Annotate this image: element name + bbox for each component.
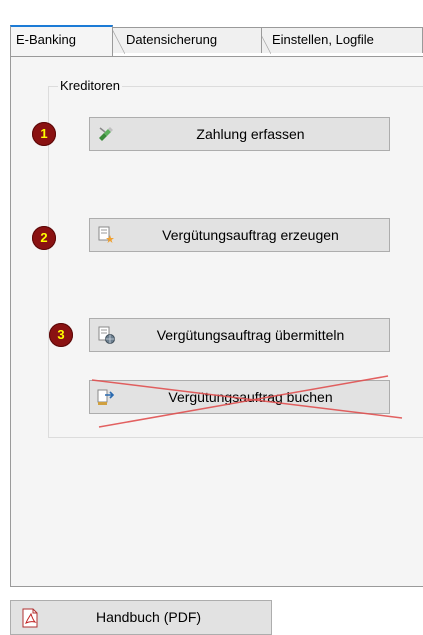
panel-divider <box>10 586 423 587</box>
hand-pen-icon <box>99 127 113 141</box>
button-label: Vergütungsauftrag buchen <box>168 389 333 405</box>
verguetungsauftrag-buchen-button[interactable]: Vergütungsauftrag buchen <box>89 380 390 414</box>
verguetungsauftrag-erzeugen-button[interactable]: Vergütungsauftrag erzeugen <box>89 218 390 252</box>
step-badge-1: 1 <box>32 122 56 146</box>
tab-label: E-Banking <box>16 32 76 47</box>
tab-e-banking[interactable]: E-Banking <box>10 25 113 56</box>
zahlung-erfassen-button[interactable]: Zahlung erfassen <box>89 117 390 151</box>
tab-label: Einstellen, Logfile <box>272 32 374 47</box>
step-number: 3 <box>57 327 65 342</box>
verguetungsauftrag-uebermitteln-button[interactable]: Vergütungsauftrag übermitteln <box>89 318 390 352</box>
tab-datensicherung[interactable]: Datensicherung <box>111 27 262 54</box>
step-badge-2: 2 <box>32 226 56 250</box>
pdf-icon <box>22 608 38 628</box>
handbuch-pdf-button[interactable]: Handbuch (PDF) <box>10 600 272 635</box>
document-globe-icon <box>98 326 115 344</box>
tab-label: Datensicherung <box>126 32 218 47</box>
groupbox-title: Kreditoren <box>58 78 122 93</box>
step-badge-3: 3 <box>49 323 73 347</box>
document-arrow-icon <box>97 389 115 405</box>
button-label: Handbuch (PDF) <box>96 609 202 625</box>
button-label: Vergütungsauftrag übermitteln <box>156 327 345 343</box>
button-label: Vergütungsauftrag erzeugen <box>162 227 339 243</box>
document-star-icon <box>98 226 114 243</box>
step-number: 1 <box>40 126 48 141</box>
tab-einstellen-logfile[interactable]: Einstellen, Logfile <box>257 27 423 54</box>
button-label: Zahlung erfassen <box>196 126 305 142</box>
tab-strip: Einstellen, Logfile Datensicherung E-Ban… <box>10 25 423 56</box>
step-number: 2 <box>40 230 48 245</box>
